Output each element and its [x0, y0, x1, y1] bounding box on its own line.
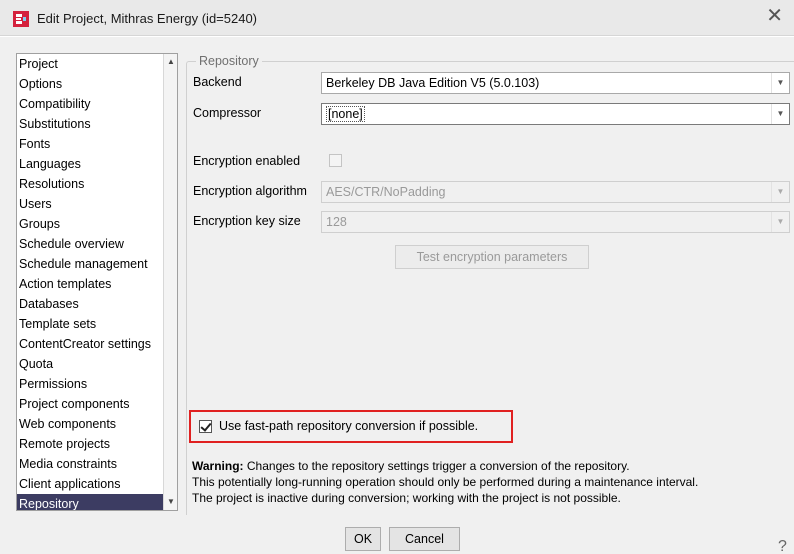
backend-label: Backend: [193, 75, 242, 89]
repository-group: [186, 61, 794, 515]
repository-group-legend: Repository: [196, 54, 262, 68]
sidebar-item[interactable]: Project components: [17, 394, 177, 414]
encryption-algorithm-value: AES/CTR/NoPadding: [326, 185, 446, 199]
encryption-key-size-value: 128: [326, 215, 347, 229]
close-icon[interactable]: ✕: [766, 6, 783, 26]
sidebar-item[interactable]: Users: [17, 194, 177, 214]
sidebar-item[interactable]: Project: [17, 54, 177, 74]
sidebar-item[interactable]: Permissions: [17, 374, 177, 394]
encryption-key-size-label: Encryption key size: [193, 214, 301, 228]
ok-button[interactable]: OK: [345, 527, 381, 551]
encryption-algorithm-select[interactable]: AES/CTR/NoPadding ▼: [321, 181, 790, 203]
sidebar-item[interactable]: Client applications: [17, 474, 177, 494]
dialog-body: Project Options Compatibility Substitutions…: [0, 37, 794, 554]
test-encryption-button[interactable]: Test encryption parameters: [395, 245, 589, 269]
sidebar-item[interactable]: Groups: [17, 214, 177, 234]
chevron-down-icon[interactable]: ▼: [771, 104, 789, 124]
sidebar-item[interactable]: Languages: [17, 154, 177, 174]
sidebar-item[interactable]: Quota: [17, 354, 177, 374]
sidebar-item[interactable]: Schedule overview: [17, 234, 177, 254]
sidebar-item[interactable]: Action templates: [17, 274, 177, 294]
sidebar-item[interactable]: Options: [17, 74, 177, 94]
scroll-down-icon[interactable]: ▼: [166, 497, 176, 507]
sidebar-item[interactable]: ContentCreator settings: [17, 334, 177, 354]
sidebar-item[interactable]: Schedule management: [17, 254, 177, 274]
warning-text: Warning: Changes to the repository setti…: [192, 458, 698, 506]
sidebar-item[interactable]: Repository: [17, 494, 177, 510]
chevron-down-icon[interactable]: ▼: [771, 73, 789, 93]
warning-line-3: The project is inactive during conversio…: [192, 491, 621, 505]
chevron-down-icon[interactable]: ▼: [771, 212, 789, 232]
warning-line-1: Changes to the repository settings trigg…: [243, 459, 630, 473]
sidebar-item[interactable]: Fonts: [17, 134, 177, 154]
warning-line-2: This potentially long-running operation …: [192, 475, 699, 489]
list-scrollbar[interactable]: ▲ ▼: [163, 54, 177, 510]
backend-value: Berkeley DB Java Edition V5 (5.0.103): [326, 76, 540, 90]
sidebar-item[interactable]: Resolutions: [17, 174, 177, 194]
sidebar-item[interactable]: Substitutions: [17, 114, 177, 134]
compressor-select[interactable]: [none] ▼: [321, 103, 790, 125]
sidebar-item[interactable]: Web components: [17, 414, 177, 434]
sidebar-item[interactable]: Media constraints: [17, 454, 177, 474]
encryption-key-size-select[interactable]: 128 ▼: [321, 211, 790, 233]
encryption-enabled-label: Encryption enabled: [193, 154, 301, 168]
help-icon[interactable]: ?: [778, 538, 787, 554]
encryption-algorithm-label: Encryption algorithm: [193, 184, 307, 198]
fastpath-label[interactable]: Use fast-path repository conversion if p…: [219, 419, 478, 433]
app-logo-icon: [13, 11, 29, 27]
sidebar-item[interactable]: Remote projects: [17, 434, 177, 454]
compressor-value: [none]: [326, 106, 365, 122]
compressor-label: Compressor: [193, 106, 262, 120]
nav-items: Project Options Compatibility Substitutions…: [17, 54, 177, 510]
window-title: Edit Project, Mithras Energy (id=5240): [37, 11, 258, 26]
sidebar-item[interactable]: Template sets: [17, 314, 177, 334]
fastpath-checkbox[interactable]: [199, 420, 212, 433]
encryption-enabled-checkbox[interactable]: [329, 154, 342, 167]
sidebar-item[interactable]: Compatibility: [17, 94, 177, 114]
chevron-down-icon[interactable]: ▼: [771, 182, 789, 202]
scroll-up-icon[interactable]: ▲: [166, 57, 176, 67]
cancel-button[interactable]: Cancel: [389, 527, 460, 551]
settings-category-list[interactable]: Project Options Compatibility Substitutions…: [16, 53, 178, 511]
warning-bold: Warning:: [192, 459, 244, 473]
backend-select[interactable]: Berkeley DB Java Edition V5 (5.0.103) ▼: [321, 72, 790, 94]
sidebar-item[interactable]: Databases: [17, 294, 177, 314]
title-bar: Edit Project, Mithras Energy (id=5240) ✕: [0, 0, 794, 36]
